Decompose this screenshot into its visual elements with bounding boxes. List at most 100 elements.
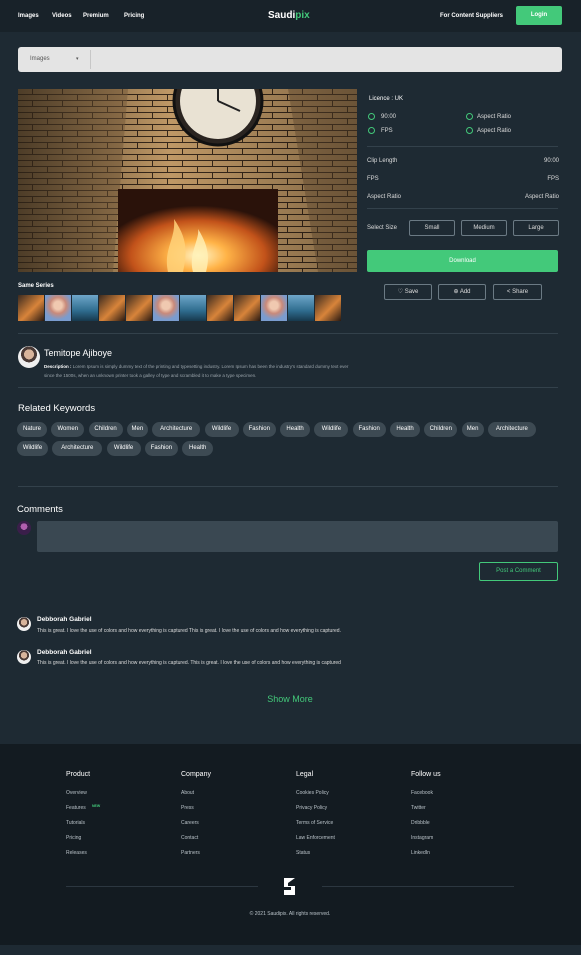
footer-link[interactable]: Dribbble	[411, 820, 430, 826]
footer-link[interactable]: Terms of Service	[296, 820, 333, 826]
series-thumbnail[interactable]	[72, 295, 98, 321]
keyword-chip[interactable]: Children	[424, 422, 458, 437]
show-more-button[interactable]: Show More	[230, 694, 350, 704]
keyword-chip[interactable]: Wildlife	[106, 441, 141, 456]
keyword-chip[interactable]: Men	[461, 422, 484, 437]
footer-link[interactable]: Overview	[66, 790, 87, 796]
keyword-chip[interactable]: Fashion	[242, 422, 276, 437]
commenter-name[interactable]: Debborah Gabriel	[37, 616, 92, 623]
login-button[interactable]: Login	[516, 6, 562, 25]
radio-icon[interactable]	[368, 113, 375, 120]
series-thumbnail[interactable]	[99, 295, 125, 321]
keyword-chip[interactable]: Wildlife	[314, 422, 349, 437]
series-thumbnail[interactable]	[315, 295, 341, 321]
same-series-title: Same Series	[18, 283, 54, 289]
current-user-avatar	[17, 521, 31, 535]
keyword-chip[interactable]: Health	[182, 441, 214, 456]
site-logo[interactable]: Saudipix	[268, 10, 310, 21]
keywords-title: Related Keywords	[18, 403, 96, 414]
series-thumbnail[interactable]	[180, 295, 206, 321]
footer-link[interactable]: Tutorials	[66, 820, 85, 826]
footer-link[interactable]: Press	[181, 805, 194, 811]
keyword-chip[interactable]: Architecture	[487, 422, 536, 437]
main-image	[18, 89, 357, 272]
series-thumbnail[interactable]	[126, 295, 152, 321]
series-thumbnail[interactable]	[153, 295, 179, 321]
keyword-chip[interactable]: Women	[51, 422, 85, 437]
comments-title: Comments	[17, 504, 63, 515]
footer-link[interactable]: Releases	[66, 850, 87, 856]
spec-value: 90:00	[543, 158, 559, 164]
commenter-avatar	[17, 617, 31, 631]
logo-accent: pix	[295, 10, 310, 21]
download-button[interactable]: Download	[367, 250, 558, 272]
comment-input[interactable]	[37, 521, 558, 552]
chevron-down-icon[interactable]: ▾	[76, 56, 79, 62]
footer-link[interactable]: Instagram	[411, 835, 433, 841]
footer-heading: Company	[181, 771, 211, 778]
footer-link[interactable]: LinkedIn	[411, 850, 430, 856]
keyword-chip[interactable]: Health	[280, 422, 311, 437]
comment-text: This is great. I love the use of colors …	[37, 628, 341, 634]
content-suppliers-link[interactable]: For Content Suppliers	[440, 13, 503, 19]
radio-icon[interactable]	[466, 113, 473, 120]
series-thumbnail[interactable]	[45, 295, 71, 321]
select-size-label: Select Size	[367, 225, 398, 231]
size-medium-button[interactable]: Medium	[461, 220, 507, 236]
author-name[interactable]: Temitope Ajiboye	[44, 348, 112, 358]
keyword-chip[interactable]: Architecture	[52, 441, 103, 456]
nav-videos[interactable]: Videos	[52, 13, 72, 19]
add-button[interactable]: ⊕ Add	[438, 284, 486, 300]
footer-link[interactable]: Partners	[181, 850, 200, 856]
save-button[interactable]: ♡ Save	[384, 284, 432, 300]
footer-divider	[66, 886, 258, 887]
size-small-button[interactable]: Small	[409, 220, 455, 236]
nav-premium[interactable]: Premium	[83, 13, 109, 19]
option-duration[interactable]: 90:00	[381, 114, 396, 120]
nav-images[interactable]: Images	[18, 13, 39, 19]
page-bottom-strip	[0, 945, 581, 955]
footer-link[interactable]: Law Enforcement	[296, 835, 335, 841]
keyword-chip[interactable]: Children	[88, 422, 123, 437]
footer-logo-icon[interactable]	[280, 877, 299, 896]
keyword-chip[interactable]: Men	[126, 422, 148, 437]
keyword-chip[interactable]: Fashion	[352, 422, 386, 437]
search-type-select[interactable]: Images	[30, 56, 50, 62]
keyword-chip[interactable]: Health	[390, 422, 420, 437]
series-thumbnail[interactable]	[207, 295, 233, 321]
series-thumbnail[interactable]	[288, 295, 314, 321]
footer-heading: Legal	[296, 771, 314, 778]
footer-link[interactable]: Pricing	[66, 835, 81, 841]
footer-link[interactable]: Careers	[181, 820, 199, 826]
series-thumbnail[interactable]	[234, 295, 260, 321]
footer-link[interactable]: Status	[296, 850, 310, 856]
share-label: Share	[512, 289, 529, 295]
series-thumbnail[interactable]	[261, 295, 287, 321]
search-divider	[90, 50, 91, 69]
series-thumbnail[interactable]	[18, 295, 44, 321]
footer-link[interactable]: Privacy Policy	[296, 805, 327, 811]
keyword-chip[interactable]: Wildlife	[17, 441, 48, 456]
post-comment-button[interactable]: Post a Comment	[479, 562, 558, 581]
radio-icon[interactable]	[466, 127, 473, 134]
author-avatar[interactable]	[18, 346, 40, 368]
footer-link[interactable]: Twitter	[411, 805, 426, 811]
option-fps[interactable]: FPS	[381, 128, 393, 134]
footer-link[interactable]: Features	[66, 805, 86, 811]
radio-icon[interactable]	[368, 127, 375, 134]
footer-link[interactable]: Contact	[181, 835, 198, 841]
keyword-chip[interactable]: Fashion	[144, 441, 178, 456]
keyword-chip[interactable]: Architecture	[152, 422, 201, 437]
option-aspect-ratio[interactable]: Aspect Ratio	[477, 114, 511, 120]
keyword-chip[interactable]: Nature	[17, 422, 47, 437]
footer-link[interactable]: Facebook	[411, 790, 433, 796]
search-bar[interactable]: Images ▾	[18, 47, 562, 72]
share-button[interactable]: < Share	[493, 284, 542, 300]
keyword-chip[interactable]: Wildlife	[204, 422, 239, 437]
footer-link[interactable]: Cookies Policy	[296, 790, 329, 796]
commenter-name[interactable]: Debborah Gabriel	[37, 649, 92, 656]
option-aspect-ratio-2[interactable]: Aspect Ratio	[477, 128, 511, 134]
footer-link[interactable]: About	[181, 790, 194, 796]
nav-pricing[interactable]: Pricing	[124, 13, 144, 19]
size-large-button[interactable]: Large	[513, 220, 559, 236]
